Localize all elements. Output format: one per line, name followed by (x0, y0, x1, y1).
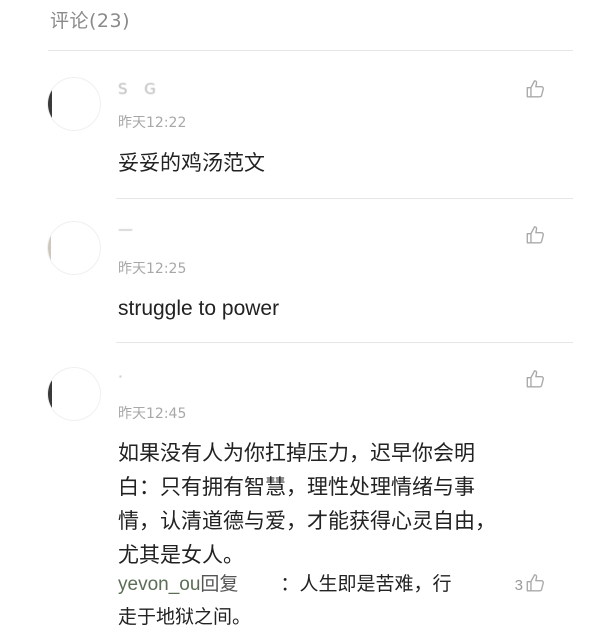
avatar-photo-edge (48, 228, 51, 268)
header-divider (48, 50, 573, 51)
comments-header: 评论(23) (0, 0, 589, 50)
comment-username[interactable]: · (118, 368, 129, 386)
avatar[interactable] (48, 78, 100, 130)
comment-text-line: 情，认清道德与爱，才能获得心灵自由， (118, 509, 496, 533)
reply-like-count: 3 (514, 576, 523, 594)
reply-text-line-1: 人生即是苦难，行 (299, 573, 452, 595)
comment-username[interactable]: S G (118, 80, 162, 98)
comment-username[interactable]: — (118, 220, 139, 238)
reply-line-2: 走于地狱之间。 (118, 606, 252, 628)
avatar[interactable] (48, 222, 100, 274)
comment-timestamp: 昨天12:22 (118, 115, 187, 131)
comment-divider (116, 198, 573, 199)
comment-divider (116, 342, 573, 343)
comment-text-line: 尤其是女人。 (118, 543, 244, 567)
thumbs-up-icon[interactable] (525, 224, 547, 246)
comment-text: struggle to power (118, 297, 280, 320)
comment-timestamp: 昨天12:25 (118, 261, 187, 277)
reply-username[interactable]: yevon_ou (118, 574, 200, 595)
comment-text: 妥妥的鸡汤范文 (118, 151, 265, 175)
comment-text-line: 白：只有拥有智慧，理性处理情绪与事 (118, 475, 475, 499)
comment-timestamp: 昨天12:45 (118, 406, 187, 422)
avatar-photo-edge (48, 376, 52, 412)
reply-line-1: yevon_ou回复 ：人生即是苦难，行 (118, 568, 528, 601)
thumbs-up-icon[interactable] (525, 368, 547, 390)
avatar-photo-edge (48, 82, 52, 124)
comments-page: 评论(23) S G 昨天12:22 妥妥的鸡汤范文 — 昨天12:25 str… (0, 0, 589, 635)
comment-text-line: 如果没有人为你扛掉压力，迟早你会明 (118, 441, 475, 465)
reply-like-button[interactable]: 3 (515, 574, 547, 596)
thumbs-up-icon (525, 572, 547, 598)
reply-verb: 回复 (200, 573, 239, 595)
comment-reply: yevon_ou回复 ：人生即是苦难，行 走于地狱之间。 (118, 568, 528, 633)
avatar[interactable] (48, 368, 100, 420)
thumbs-up-icon[interactable] (525, 78, 547, 100)
reply-colon: ： (280, 573, 300, 595)
comments-title: 评论(23) (50, 10, 131, 32)
